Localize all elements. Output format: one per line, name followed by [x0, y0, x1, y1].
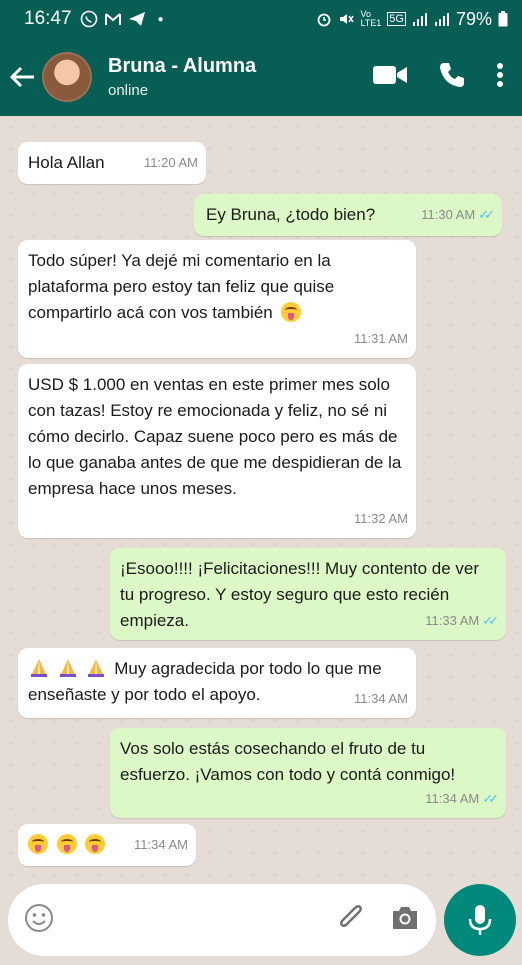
- message-incoming[interactable]: Muy agradecida por todo lo que me enseña…: [18, 648, 416, 718]
- volte-icon: Vo LTE1: [360, 9, 382, 28]
- read-receipt-icon: ✓✓: [478, 207, 495, 222]
- message-text: Ey Bruna, ¿todo bien?: [206, 205, 376, 224]
- message-incoming[interactable]: 11:34 AM: [18, 824, 196, 866]
- battery-icon: [498, 11, 508, 27]
- notification-icons: ●: [80, 10, 164, 28]
- mute-icon: [340, 14, 355, 24]
- message-time: 11:34 AM: [134, 837, 188, 852]
- voice-message-button[interactable]: [444, 884, 516, 956]
- message-time: 11:30 AM: [421, 207, 476, 222]
- message-incoming[interactable]: Todo súper! Ya dejé mi comentario en la …: [18, 240, 416, 358]
- status-time: 16:47: [24, 8, 72, 29]
- emoji-button[interactable]: [24, 903, 54, 938]
- message-time: 11:33 AM: [425, 613, 480, 628]
- message-input[interactable]: [68, 909, 336, 931]
- whatsapp-notification-icon: [80, 10, 97, 28]
- message-outgoing[interactable]: Vos solo estás cosechando el fruto de tu…: [110, 728, 506, 818]
- winking-tongue-emoji-icon: [85, 834, 106, 854]
- camera-icon: [393, 906, 417, 929]
- system-icons: Vo LTE1 5G 79%: [316, 9, 508, 30]
- signal-icon: [412, 13, 427, 26]
- arrow-left-icon: [10, 66, 34, 88]
- message-text: Hola Allan: [28, 153, 105, 172]
- alarm-icon: [318, 13, 331, 27]
- more-notifications-dot-icon: ●: [157, 13, 164, 25]
- folded-hands-emoji-icon: [57, 658, 79, 678]
- message-time: 11:32 AM: [354, 511, 408, 526]
- message-outgoing[interactable]: Ey Bruna, ¿todo bien? 11:30 AM ✓✓: [194, 194, 502, 236]
- chat-messages[interactable]: Hola Allan 11:20 AM Ey Bruna, ¿todo bien…: [0, 116, 522, 880]
- message-text: Vos solo estás cosechando el fruto de tu…: [120, 739, 456, 784]
- more-vertical-icon: [497, 62, 503, 87]
- message-composer: [8, 884, 436, 956]
- winking-tongue-emoji-icon: [28, 834, 48, 854]
- message-time: 11:31 AM: [354, 331, 408, 346]
- folded-hands-emoji-icon: [28, 658, 50, 678]
- contact-info[interactable]: Bruna - Alumna online: [108, 55, 256, 99]
- signal-icon-2: [434, 13, 449, 26]
- message-incoming[interactable]: USD $ 1.000 en ventas en este primer mes…: [18, 364, 416, 538]
- smiley-icon: [25, 903, 53, 932]
- message-time: 11:34 AM: [354, 691, 408, 706]
- back-button[interactable]: [4, 38, 42, 116]
- gmail-notification-icon: [104, 13, 121, 25]
- microphone-icon: [468, 905, 492, 935]
- read-receipt-icon: ✓✓: [482, 791, 499, 806]
- contact-status: online: [108, 82, 149, 99]
- message-incoming[interactable]: Hola Allan 11:20 AM: [18, 142, 206, 184]
- camera-button[interactable]: [390, 904, 420, 937]
- winking-tongue-emoji-icon: [281, 302, 302, 322]
- phone-icon: [440, 62, 464, 87]
- network-type-icon: 5G: [387, 12, 406, 26]
- video-call-button[interactable]: [372, 64, 408, 91]
- read-receipt-icon: ✓✓: [482, 613, 499, 628]
- message-text: USD $ 1.000 en ventas en este primer mes…: [28, 375, 402, 498]
- voice-call-button[interactable]: [438, 61, 466, 94]
- contact-name: Bruna - Alumna: [108, 55, 257, 77]
- battery-percent: 79%: [455, 8, 492, 29]
- more-options-button[interactable]: [496, 62, 504, 93]
- message-text: Muy agradecida por todo lo que me enseña…: [28, 659, 382, 704]
- message-time: 11:20 AM: [144, 155, 198, 170]
- status-bar: 16:47 ● Vo LTE1 5G 79%: [0, 0, 522, 38]
- chat-header: Bruna - Alumna online: [0, 38, 522, 116]
- winking-tongue-emoji-icon: [56, 834, 77, 854]
- attach-button[interactable]: [336, 903, 366, 938]
- paperclip-icon: [340, 904, 362, 927]
- video-camera-icon: [373, 65, 407, 84]
- telegram-notification-icon: [128, 12, 145, 26]
- contact-avatar[interactable]: [42, 52, 92, 102]
- message-time: 11:34 AM: [425, 791, 480, 806]
- message-outgoing[interactable]: ¡Esooo!!!! ¡Felicitaciones!!! Muy conten…: [110, 548, 506, 640]
- folded-hands-emoji-icon: [85, 658, 107, 678]
